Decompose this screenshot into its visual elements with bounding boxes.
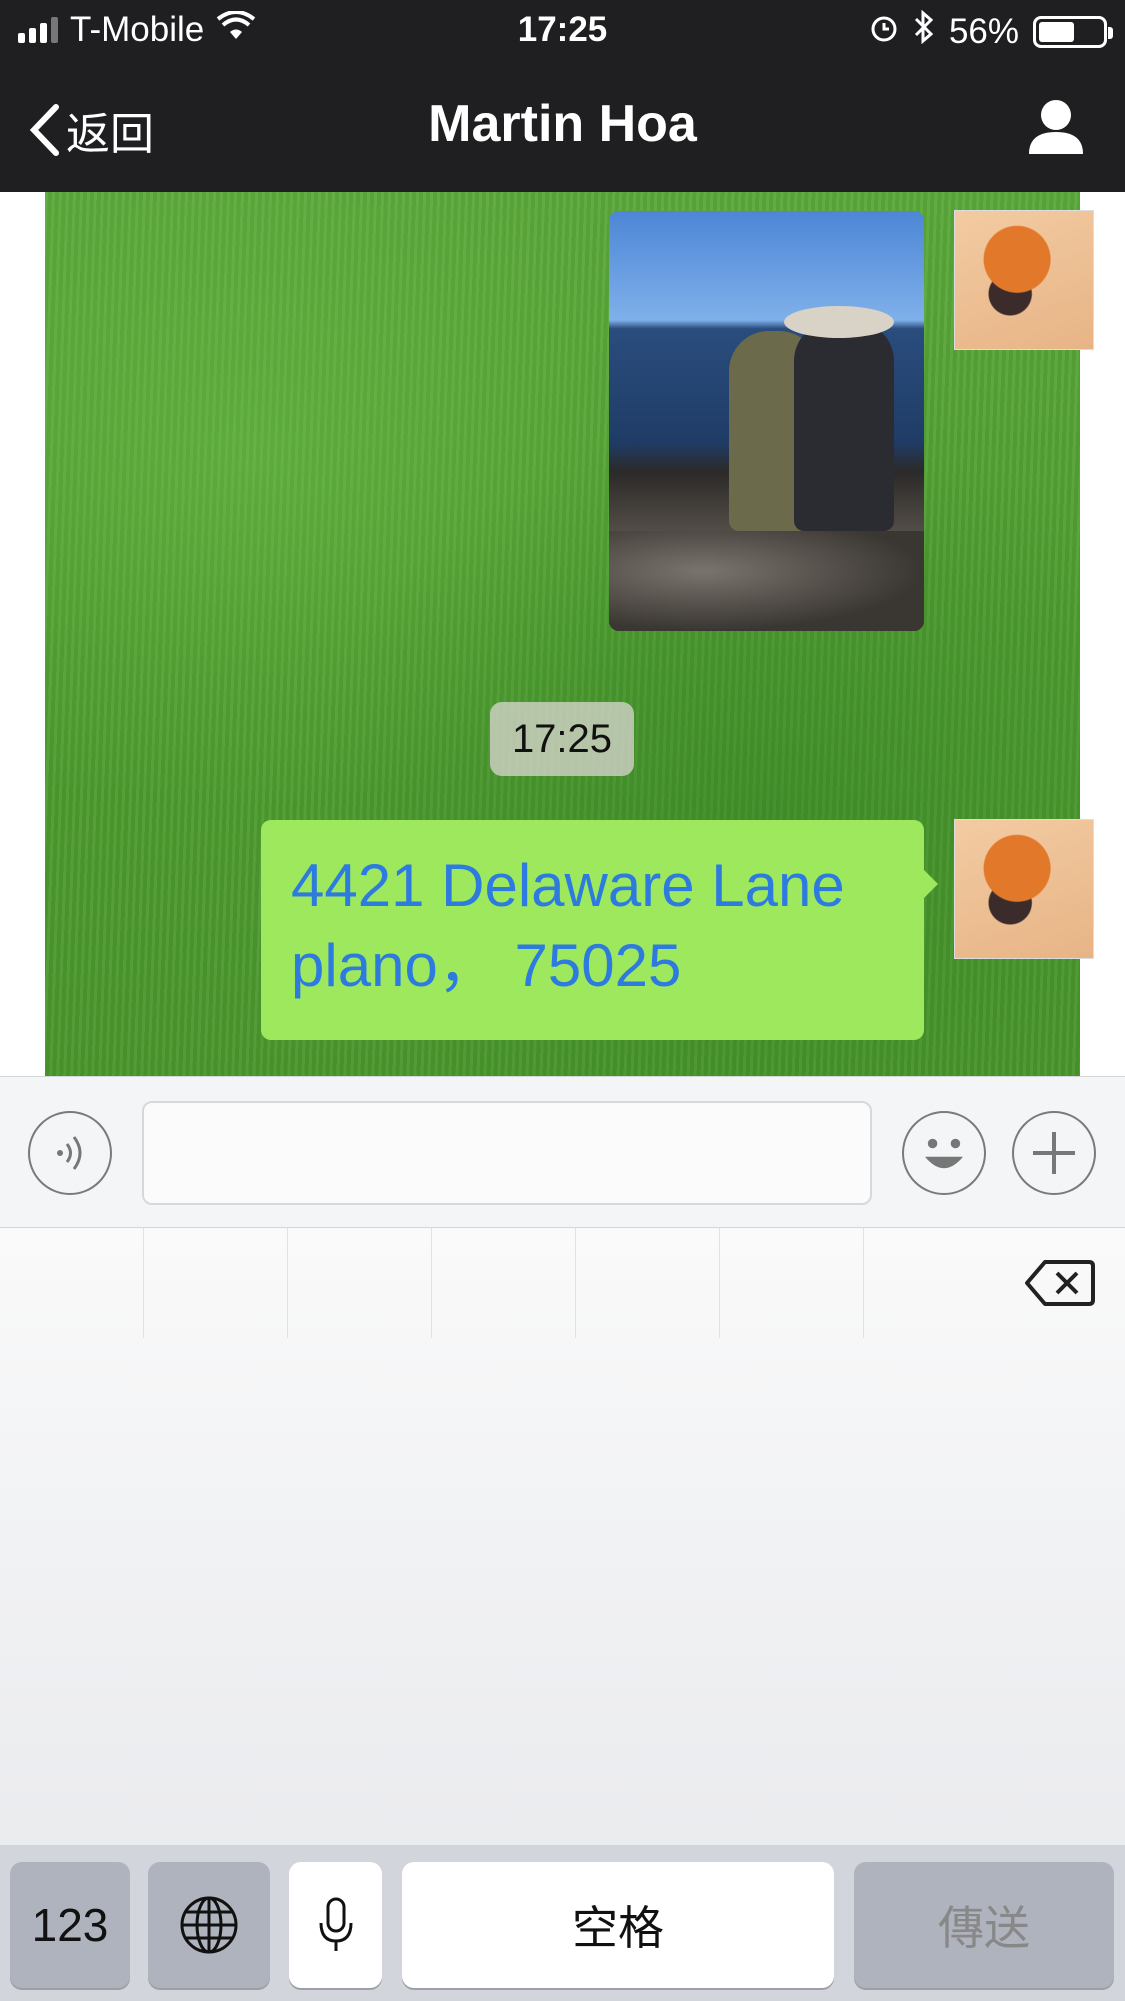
status-bar: T-Mobile 17:25 56%	[0, 0, 1125, 62]
microphone-icon	[319, 1897, 352, 1951]
delete-backspace-icon	[1025, 1260, 1095, 1306]
voice-icon	[57, 1136, 82, 1170]
top-bar: T-Mobile 17:25 56% 返回 Martin Hoa	[0, 0, 1125, 192]
delete-key[interactable]	[1025, 1258, 1095, 1313]
dictation-key[interactable]	[289, 1862, 382, 1988]
send-key[interactable]: 傳送	[854, 1862, 1114, 1988]
avatar[interactable]	[954, 819, 1094, 959]
more-button[interactable]	[1012, 1111, 1096, 1195]
message-timestamp: 17:25	[490, 702, 634, 776]
image-message[interactable]	[609, 211, 924, 631]
space-key[interactable]: 空格	[402, 1862, 834, 1988]
plus-icon	[1033, 1132, 1075, 1174]
globe-key[interactable]	[148, 1862, 270, 1988]
globe-icon	[180, 1896, 238, 1954]
chat-area[interactable]: 17:25 4421 Delaware Lane plano， 75025	[0, 192, 1125, 1076]
address-line-2[interactable]: plano， 75025	[291, 926, 894, 1006]
navigation-bar: 返回 Martin Hoa	[0, 62, 1125, 192]
battery-icon	[1033, 15, 1113, 48]
address-line-1[interactable]: 4421 Delaware Lane	[291, 846, 894, 926]
battery-percent: 56%	[948, 11, 1019, 51]
message-input-bar	[0, 1076, 1125, 1228]
profile-button[interactable]	[1027, 98, 1085, 159]
emoji-button[interactable]	[902, 1111, 986, 1195]
avatar[interactable]	[954, 210, 1094, 350]
message-input[interactable]	[142, 1101, 872, 1205]
voice-button[interactable]	[28, 1111, 112, 1195]
alarm-icon	[869, 12, 899, 52]
text-message-bubble[interactable]: 4421 Delaware Lane plano， 75025	[261, 820, 938, 1040]
numbers-key[interactable]: 123	[10, 1862, 130, 1988]
chat-title: Martin Hoa	[428, 95, 697, 153]
person-icon	[1029, 100, 1083, 154]
smiley-icon	[924, 1138, 964, 1169]
bluetooth-icon	[913, 9, 935, 53]
